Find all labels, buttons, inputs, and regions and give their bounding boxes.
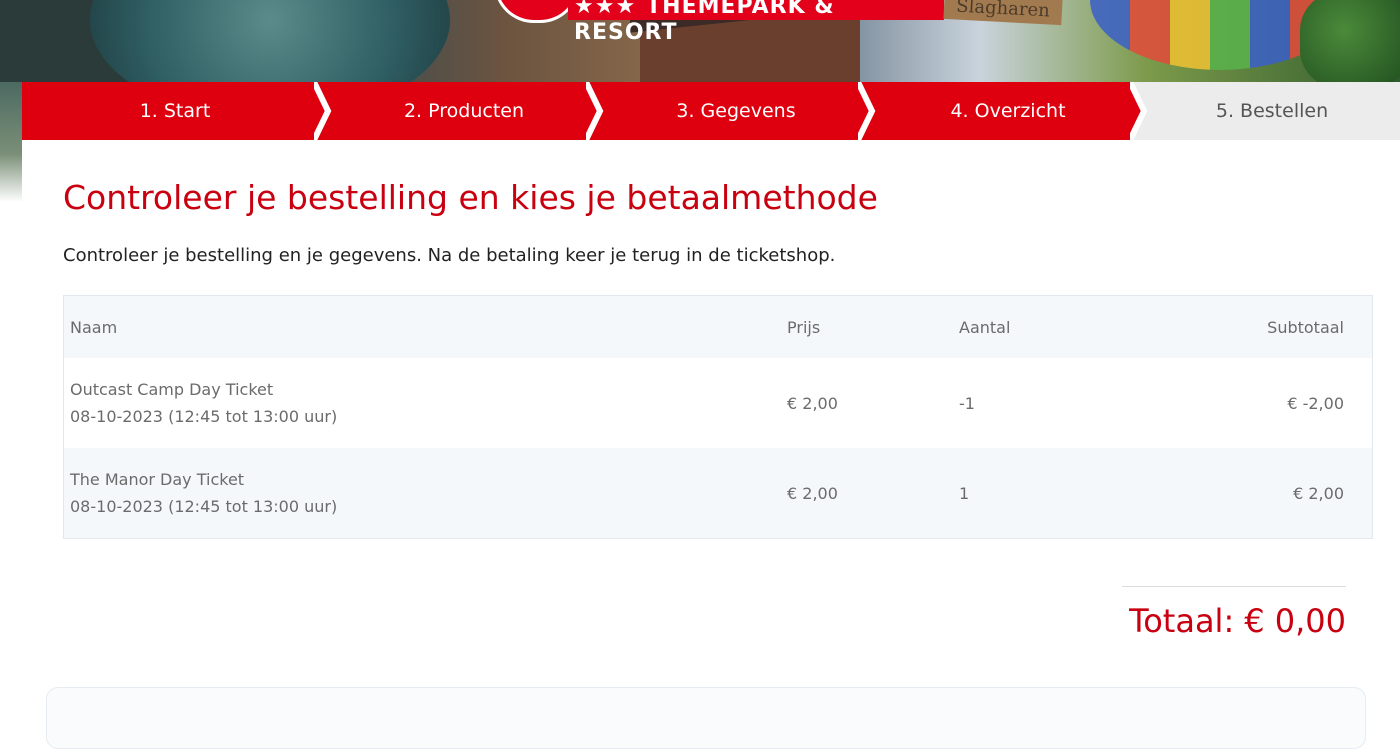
site-logo[interactable]: ★★★ THEMEPARK & RESORT [568,0,944,45]
order-table: Naam Prijs Aantal Subtotaal Outcast Camp… [63,295,1373,539]
step-products[interactable]: 2. Producten [328,82,614,140]
price-cell: € 2,00 [781,448,953,538]
header-banner: ★★★ THEMEPARK & RESORT Slagharen [0,0,1400,82]
product-name: Outcast Camp Day Ticket [70,380,274,399]
step-label: 4. Overzicht [950,100,1066,122]
subtotal-cell: € 2,00 [1165,448,1372,538]
logo-stars: ★★★ [574,0,637,19]
qty-cell: 1 [953,448,1165,538]
step-details[interactable]: 3. Gegevens [600,82,886,140]
product-cell: The Manor Day Ticket 08-10-2023 (12:45 t… [64,448,781,538]
step-order: 5. Bestellen [1144,82,1400,140]
step-label: 3. Gegevens [676,100,796,122]
table-row: The Manor Day Ticket 08-10-2023 (12:45 t… [64,448,1372,538]
main-content: Controleer je bestelling en kies je beta… [22,140,1400,749]
step-overview[interactable]: 4. Overzicht [872,82,1158,140]
table-row: Outcast Camp Day Ticket 08-10-2023 (12:4… [64,358,1372,448]
column-header-qty: Aantal [953,296,1165,358]
step-label: 2. Producten [403,100,525,122]
qty-cell: -1 [959,393,975,413]
total-label: Totaal: [1129,602,1235,640]
column-header-price: Prijs [781,296,953,358]
step-label: 1. Start [139,100,211,122]
step-separator [586,82,614,140]
price-cell: € 2,00 [787,393,838,413]
step-label: 5. Bestellen [1215,100,1329,122]
subtotal-cell: € -2,00 [1287,393,1344,413]
column-header-subtotal: Subtotaal [1165,296,1372,358]
banner-edge [0,82,22,202]
product-date: 08-10-2023 (12:45 tot 13:00 uur) [70,407,338,426]
product-date: 08-10-2023 (12:45 tot 13:00 uur) [70,497,338,516]
page-title: Controleer je bestelling en kies je beta… [63,178,878,217]
checkout-steps: 1. Start 2. Producten 3. Gegevens 4. Ove… [22,82,1400,140]
total-divider [1122,586,1346,587]
step-separator [314,82,342,140]
product-cell: Outcast Camp Day Ticket 08-10-2023 (12:4… [64,358,781,448]
total-value: € 0,00 [1244,602,1346,640]
trees-image [1300,0,1400,82]
column-header-name: Naam [64,296,781,358]
step-separator [1130,82,1158,140]
page-intro: Controleer je bestelling en je gegevens.… [63,245,836,266]
step-separator [858,82,886,140]
step-start[interactable]: 1. Start [22,82,342,140]
product-name: The Manor Day Ticket [70,470,245,489]
park-sign: Slagharen [943,0,1063,26]
ride-image [90,0,450,82]
table-header-row: Naam Prijs Aantal Subtotaal [64,296,1372,358]
order-total: Totaal: € 0,00 [1129,602,1346,640]
payment-method-panel [46,687,1366,749]
